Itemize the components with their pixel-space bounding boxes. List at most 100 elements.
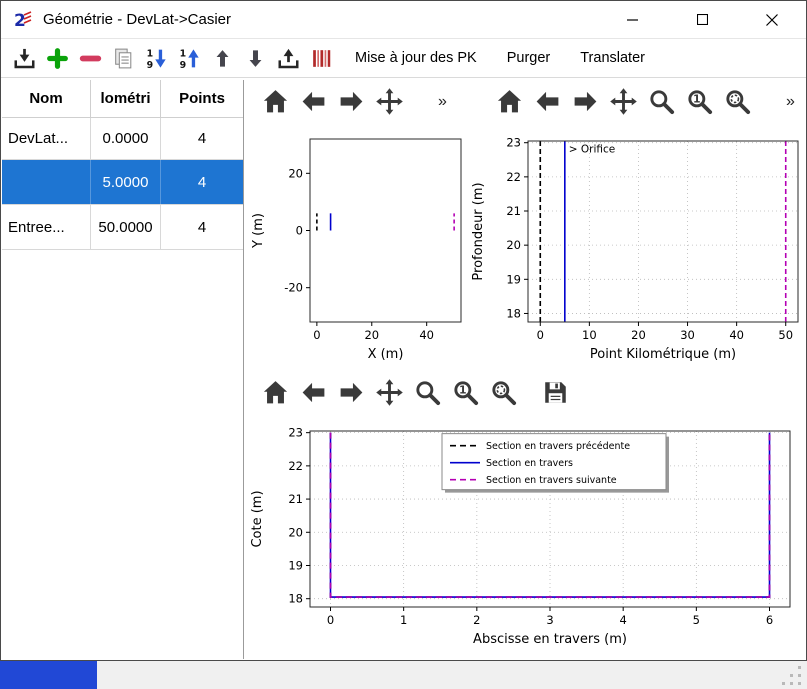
pan-button[interactable] [374,86,405,117]
export-button[interactable] [275,45,302,72]
cell-points: 4 [161,118,243,159]
table-row-selected[interactable]: 5.0000 4 [2,160,243,205]
pan-button[interactable] [608,86,639,117]
move-down-button[interactable] [242,45,269,72]
home-button[interactable] [494,86,525,117]
svg-text:4: 4 [620,613,627,627]
close-icon [766,14,778,26]
svg-text:1: 1 [459,384,467,397]
zoom-one-button[interactable]: 1 [684,86,715,117]
paste-icon [111,46,136,71]
resize-grip[interactable] [781,665,803,687]
svg-text:2: 2 [14,11,26,30]
sort-up-button[interactable]: 1 9 [176,45,203,72]
purge-button[interactable]: Purger [507,50,551,66]
sort-down-button[interactable]: 1 9 [143,45,170,72]
svg-text:2: 2 [473,613,480,627]
forward-button[interactable] [336,86,367,117]
svg-text:21: 21 [506,204,521,218]
background-strip [0,661,807,689]
save-button[interactable] [540,377,571,408]
zoom-select-button[interactable] [722,86,753,117]
svg-text:Cote (m): Cote (m) [250,490,265,547]
back-button[interactable] [298,377,329,408]
zoom-one-icon: 1 [451,378,480,407]
pan-icon [375,87,404,116]
update-pk-button[interactable]: Mise à jour des PK [355,50,477,66]
export-icon [276,46,301,71]
home-icon [261,87,290,116]
cell-nom [2,160,91,204]
svg-text:9: 9 [147,59,154,70]
pan-button[interactable] [374,377,405,408]
svg-text:0: 0 [537,328,544,342]
column-header-pk[interactable]: lométri [91,80,161,117]
zoom-select-button[interactable] [488,377,519,408]
home-button[interactable] [260,377,291,408]
svg-text:0: 0 [313,328,320,342]
svg-text:50: 50 [778,328,793,342]
home-button[interactable] [260,86,291,117]
back-icon [299,87,328,116]
svg-text:21: 21 [288,492,303,506]
svg-text:30: 30 [680,328,695,342]
move-up-button[interactable] [209,45,236,72]
table-row[interactable]: DevLat... 0.0000 4 [2,118,243,160]
svg-text:0: 0 [296,224,303,238]
plan-view-plot[interactable]: 02040-20020X (m)Y (m) [248,129,467,366]
toolbar-overflow-button[interactable]: » [786,94,795,110]
cell-points: 4 [161,205,243,249]
zoom-select-icon [723,87,752,116]
svg-text:23: 23 [288,426,303,440]
zoom-button[interactable] [646,86,677,117]
profiles-stripes-button[interactable] [308,45,335,72]
zoom-one-icon: 1 [685,87,714,116]
toolbar-overflow-button[interactable]: » [438,94,447,110]
svg-text:> Orifice: > Orifice [569,143,615,155]
window-title: Géométrie - DevLat->Casier [43,11,231,28]
translate-button[interactable]: Translater [580,50,645,66]
cell-pk: 50.0000 [91,205,161,249]
svg-text:Point Kilométrique (m): Point Kilométrique (m) [590,347,736,362]
remove-button[interactable] [77,45,104,72]
profiles-stripes-icon [309,46,334,71]
forward-button[interactable] [336,377,367,408]
background-window-fragment [0,661,97,689]
forward-icon [337,378,366,407]
minimize-button[interactable] [610,1,654,38]
sort-down-icon: 1 9 [144,46,169,71]
save-icon [541,378,570,407]
back-button[interactable] [298,86,329,117]
add-button[interactable] [44,45,71,72]
longitudinal-profile-plot[interactable]: 01020304050181920212223Point Kilométriqu… [468,129,805,368]
svg-text:18: 18 [288,592,303,606]
import-button[interactable] [11,45,38,72]
svg-text:19: 19 [288,558,303,572]
svg-text:X (m): X (m) [368,347,404,362]
column-header-nom[interactable]: Nom [2,80,91,117]
zoom-one-button[interactable]: 1 [450,377,481,408]
add-icon [45,46,70,71]
home-icon [261,378,290,407]
svg-text:0: 0 [327,613,334,627]
paste-button[interactable] [110,45,137,72]
zoom-button[interactable] [412,377,443,408]
toolbar-text-actions: Mise à jour des PK Purger Translater [355,50,645,66]
forward-icon [337,87,366,116]
remove-icon [78,46,103,71]
svg-text:6: 6 [766,613,773,627]
table-row[interactable]: Entree... 50.0000 4 [2,205,243,250]
content-area: Nom lométri Points DevLat... 0.0000 4 5.… [2,80,805,659]
svg-text:1: 1 [400,613,407,627]
minimize-icon [627,19,638,21]
title-bar: 2 Géométrie - DevLat->Casier [1,1,806,38]
maximize-button[interactable] [680,1,724,38]
cross-section-plot[interactable]: 0123456181920212223Abscisse en travers (… [247,419,800,653]
forward-button[interactable] [570,86,601,117]
close-button[interactable] [750,1,794,38]
back-button[interactable] [532,86,563,117]
svg-text:5: 5 [693,613,700,627]
cell-nom: Entree... [2,205,91,249]
column-header-points[interactable]: Points [161,80,243,117]
sections-table: Nom lométri Points DevLat... 0.0000 4 5.… [2,80,244,659]
